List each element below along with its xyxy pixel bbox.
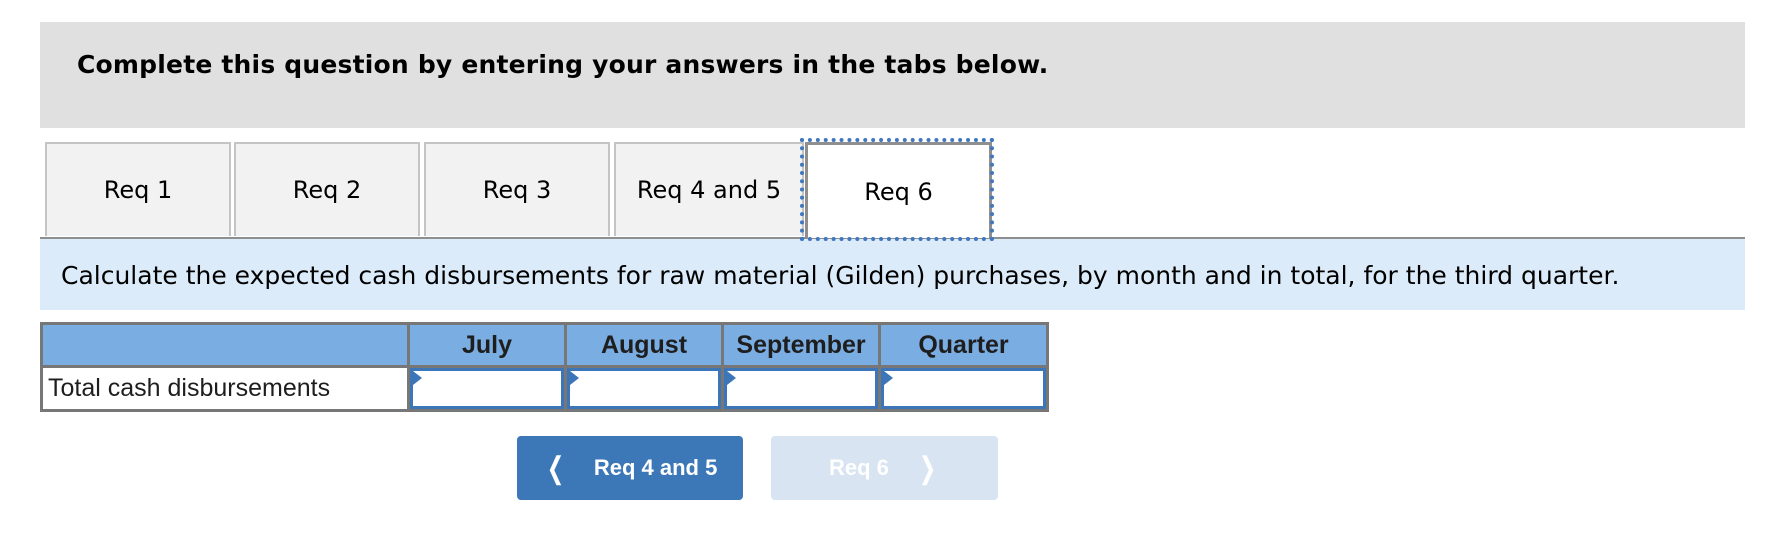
next-req-label: Req 6	[828, 455, 889, 480]
september-input[interactable]	[724, 368, 878, 409]
july-input[interactable]	[410, 368, 564, 409]
previous-req-button[interactable]: ❮ Req 4 and 5	[517, 436, 743, 500]
july-cell	[407, 365, 567, 412]
tab-req-1[interactable]: Req 1	[45, 142, 231, 236]
input-flag-icon	[727, 371, 736, 385]
tab-label: Req 3	[482, 176, 552, 204]
chevron-right-icon: ❯	[918, 451, 937, 485]
august-cell	[564, 365, 724, 412]
column-header-quarter: Quarter	[878, 322, 1049, 368]
row-label: Total cash disbursements	[40, 365, 410, 412]
next-req-button[interactable]: Req 6 ❯	[771, 436, 998, 500]
tab-req-2[interactable]: Req 2	[234, 142, 420, 236]
quarter-input[interactable]	[881, 368, 1046, 409]
tab-label: Req 4 and 5	[636, 176, 782, 204]
instructions-header: Complete this question by entering your …	[40, 22, 1745, 128]
tab-req-4-and-5[interactable]: Req 4 and 5	[614, 142, 804, 236]
input-flag-icon	[884, 371, 893, 385]
question-band: Calculate the expected cash disbursement…	[40, 239, 1745, 310]
input-flag-icon	[413, 371, 422, 385]
tab-label: Req 6	[864, 177, 933, 206]
instructions-title: Complete this question by entering your …	[77, 50, 1049, 79]
column-header-august: August	[564, 322, 724, 368]
table-header-row: July August September Quarter	[40, 322, 1049, 368]
quarter-cell	[878, 365, 1049, 412]
august-input[interactable]	[567, 368, 721, 409]
tab-label: Req 1	[103, 176, 173, 204]
input-flag-icon	[570, 371, 579, 385]
previous-req-label: Req 4 and 5	[593, 455, 718, 480]
tab-req-6[interactable]: Req 6	[805, 142, 992, 238]
chevron-left-icon: ❮	[546, 451, 565, 485]
tab-label: Req 2	[292, 176, 362, 204]
table-row: Total cash disbursements	[40, 365, 1049, 412]
tab-req-3[interactable]: Req 3	[424, 142, 610, 236]
column-header-september: September	[721, 322, 881, 368]
cash-disbursements-table: July August September Quarter Total cash…	[40, 322, 1049, 412]
column-header-july: July	[407, 322, 567, 368]
september-cell	[721, 365, 881, 412]
column-header-label	[40, 322, 410, 368]
question-text: Calculate the expected cash disbursement…	[61, 261, 1620, 290]
